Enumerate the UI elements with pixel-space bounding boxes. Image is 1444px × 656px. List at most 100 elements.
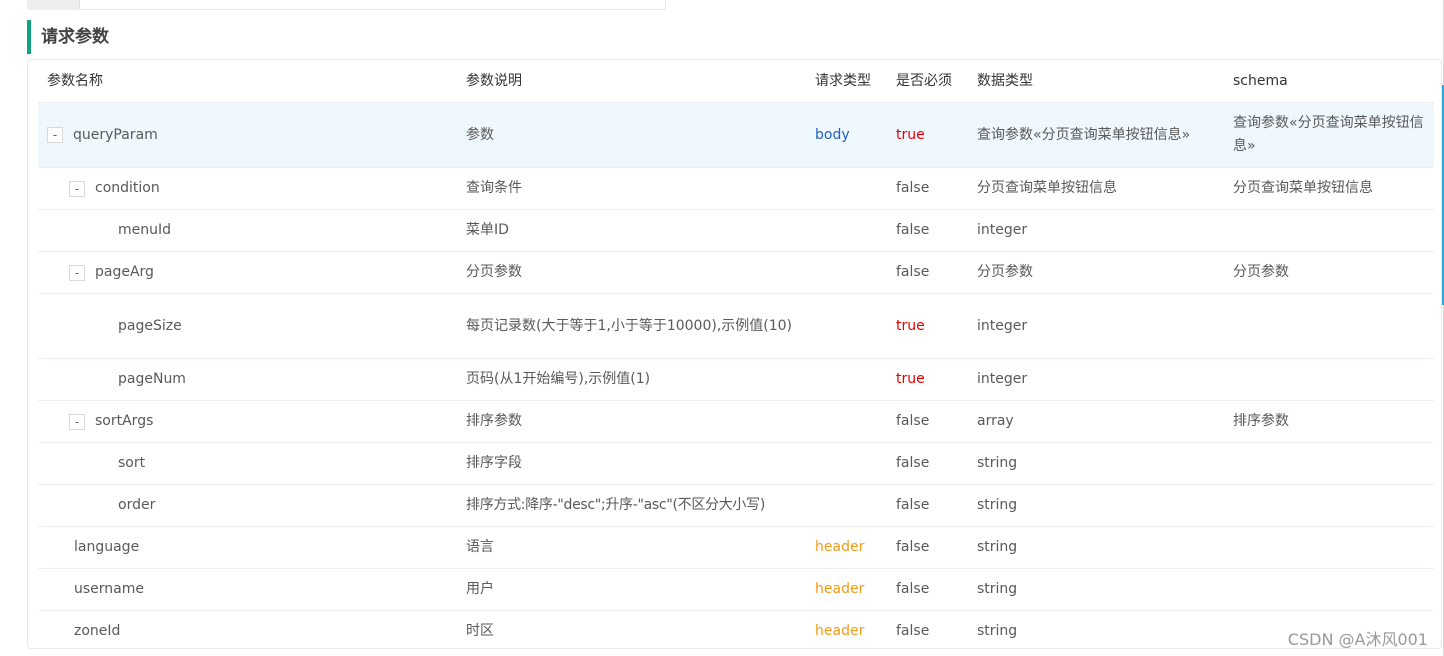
param-in [815,294,891,358]
param-desc: 分页参数 [466,264,522,280]
param-required: false [896,539,930,555]
param-required: false [896,264,930,280]
param-desc: 排序字段 [466,455,522,471]
table-row[interactable]: username 用户 header false string [38,569,1434,611]
table-header-row: 参数名称 参数说明 请求类型 是否必须 数据类型 schema [38,60,1434,103]
param-required: false [896,497,930,513]
params-table-card: 参数名称 参数说明 请求类型 是否必须 数据类型 schema - queryP… [27,59,1442,649]
param-type: 分页查询菜单按钮信息 [977,180,1117,196]
table-row[interactable]: menuId 菜单ID false integer [38,210,1434,252]
header-request-type: 请求类型 [815,72,871,89]
param-in: header [815,581,865,597]
param-required: false [896,455,930,471]
top-divider [79,9,665,10]
param-desc: 排序参数 [466,413,522,429]
param-in [815,359,891,400]
param-in [815,401,891,442]
param-desc: 菜单ID [466,222,509,238]
collapse-toggle-icon[interactable]: - [69,180,85,197]
param-name: language [74,539,140,555]
param-type: string [977,455,1018,471]
param-name: queryParam [73,126,158,143]
param-required: true [896,371,925,387]
param-in: body [815,126,850,143]
table-row[interactable]: - queryParam 参数 body true 查询参数«分页查询菜单按钮信… [38,103,1434,168]
param-schema [1233,569,1431,610]
param-in [815,252,891,293]
param-schema [1233,485,1431,526]
param-required: false [896,581,930,597]
param-desc: 用户 [466,581,494,597]
param-name: zoneId [74,623,121,639]
param-desc: 参数 [466,126,494,143]
param-schema[interactable]: 排序参数 [1233,401,1431,442]
param-type: string [977,497,1018,513]
param-in [815,168,891,209]
param-schema [1233,210,1431,251]
param-type: 分页参数 [977,264,1033,280]
param-desc: 页码(从1开始编号),示例值(1) [466,371,651,387]
param-required: false [896,222,930,238]
param-in [815,210,891,251]
param-name-cell: - queryParam [38,103,465,167]
param-name-cell: - sortArgs [38,401,487,442]
params-table: 参数名称 参数说明 请求类型 是否必须 数据类型 schema - queryP… [38,60,1434,652]
param-schema [1233,527,1431,568]
table-row[interactable]: zoneId 时区 header false string [38,611,1434,652]
param-name-cell: - condition [38,168,487,209]
param-name: sortArgs [95,413,154,429]
param-schema[interactable]: 分页查询菜单按钮信息 [1233,168,1431,209]
param-desc: 排序方式:降序-"desc";升序-"asc"(不区分大小写) [466,497,765,513]
header-required: 是否必须 [896,72,952,89]
param-schema [1233,359,1431,400]
param-name: pageNum [118,371,186,387]
param-required: true [896,317,925,334]
param-name: pageSize [118,317,182,334]
param-schema[interactable]: 查询参数«分页查询菜单按钮信息» [1233,103,1431,167]
param-schema [1233,443,1431,484]
table-row[interactable]: pageNum 页码(从1开始编号),示例值(1) true integer [38,359,1434,401]
param-required: false [896,180,930,196]
section-title: 请求参数 [27,20,109,54]
collapse-toggle-icon[interactable]: - [69,264,85,281]
param-type: array [977,413,1014,429]
param-in: header [815,539,865,555]
param-name-cell: - pageArg [38,252,487,293]
param-name: username [74,581,144,597]
param-type: 查询参数«分页查询菜单按钮信息» [977,126,1191,143]
top-vertical-divider [665,0,666,10]
param-name: pageArg [95,264,154,280]
table-row[interactable]: order 排序方式:降序-"desc";升序-"asc"(不区分大小写) fa… [38,485,1434,527]
top-tab[interactable] [27,0,80,10]
table-row[interactable]: - sortArgs 排序参数 false array 排序参数 [38,401,1434,443]
param-schema[interactable]: 分页参数 [1233,252,1431,293]
table-row[interactable]: sort 排序字段 false string [38,443,1434,485]
param-type: string [977,623,1018,639]
header-param-desc: 参数说明 [466,72,522,89]
header-data-type: 数据类型 [977,72,1033,89]
param-desc: 时区 [466,623,494,639]
param-desc: 每页记录数(大于等于1,小于等于10000),示例值(10) [466,317,793,334]
param-type: integer [977,222,1028,238]
table-row[interactable]: - condition 查询条件 false 分页查询菜单按钮信息 分页查询菜单… [38,168,1434,210]
param-required: false [896,623,930,639]
param-required: true [896,126,925,143]
watermark: CSDN @A沐风001 [1287,630,1428,649]
param-name: order [118,497,156,513]
param-in [815,443,891,484]
param-in: header [815,623,865,639]
collapse-toggle-icon[interactable]: - [47,127,63,143]
param-type: string [977,539,1018,555]
param-desc: 语言 [466,539,494,555]
param-type: integer [977,371,1028,387]
collapse-toggle-icon[interactable]: - [69,413,85,430]
param-desc: 查询条件 [466,180,522,196]
param-required: false [896,413,930,429]
param-name: sort [118,455,146,471]
param-schema [1233,294,1431,358]
param-type: integer [977,317,1028,334]
table-row[interactable]: - pageArg 分页参数 false 分页参数 分页参数 [38,252,1434,294]
table-row[interactable]: pageSize 每页记录数(大于等于1,小于等于10000),示例值(10) … [38,294,1434,359]
table-row[interactable]: language 语言 header false string [38,527,1434,569]
param-name: condition [95,180,160,196]
